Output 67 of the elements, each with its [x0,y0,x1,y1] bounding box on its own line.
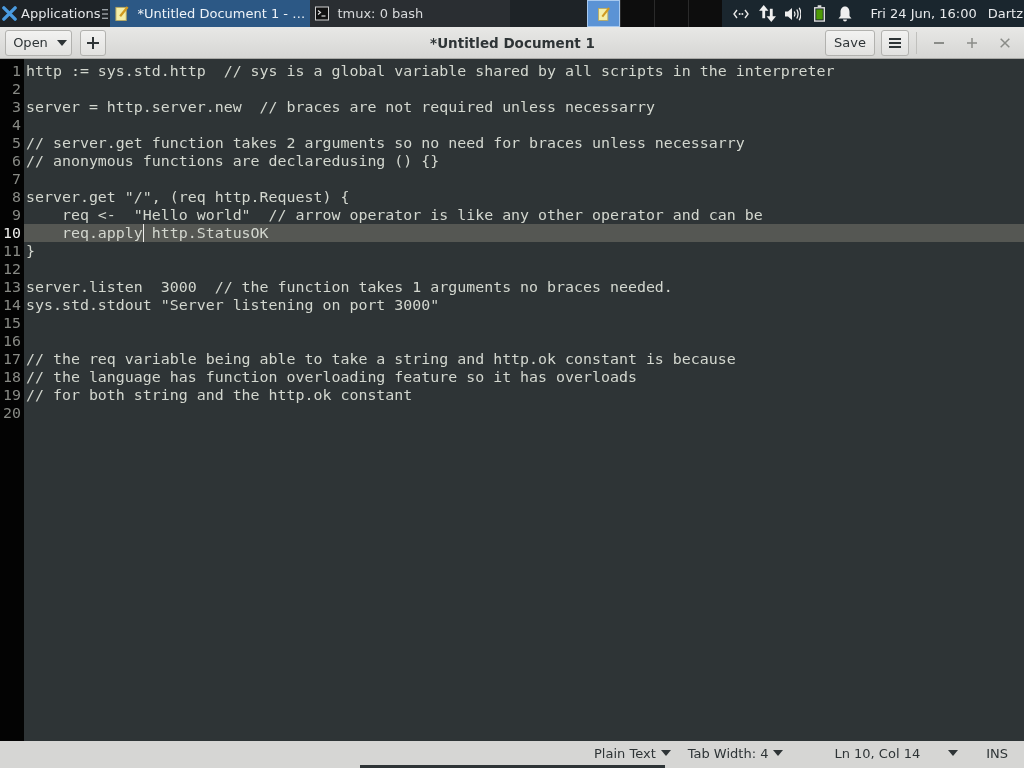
code-editor[interactable] [0,59,1024,741]
taskbar-button[interactable]: *Untitled Document 1 - … [110,0,311,27]
code-line: // the req variable being able to take a string and http.ok constant is because [25,350,736,368]
line-number: 10 [3,224,21,242]
code-line: // anonymous functions are declaredusing () {} [25,152,440,170]
line-number: 9 [12,206,21,224]
code-line: server.get "/", (req http.Request) { [25,188,350,206]
new-tab-button[interactable] [80,29,106,56]
line-number: 20 [3,404,21,422]
line-number: 18 [3,368,21,386]
plus-icon [87,36,99,49]
menu-icon [889,37,901,48]
caret-icon [56,39,67,46]
battery-icon[interactable] [813,5,825,22]
tab-width-dropdown[interactable]: Tab Width: 4 [687,745,784,761]
code-line: // the language has function overloading feature so it has overloads [25,368,637,386]
caret-icon [660,750,671,756]
line-number: 14 [3,296,21,314]
close-icon [1000,37,1010,48]
terminal-icon [315,6,330,21]
line-number: 5 [12,134,21,152]
line-number: 7 [12,170,21,188]
note-icon [115,6,130,21]
line-number: 13 [3,278,21,296]
volume-icon[interactable] [785,6,802,21]
line-number: 19 [3,386,21,404]
line-number: 16 [3,332,21,350]
open-button[interactable]: Open [5,29,72,56]
user-menu[interactable]: Dartz [987,0,1024,27]
note-icon [597,6,610,21]
code-line: sys.std.stdout "Server listening on port 3000" [25,296,440,314]
line-number: 1 [12,62,21,80]
bell-icon[interactable] [838,5,853,22]
taskbar-button[interactable]: tmux: 0 bash [310,0,511,27]
language-dropdown[interactable]: Plain Text [594,745,671,761]
code-line: // for both string and the http.ok constant [25,386,413,404]
code-line: server.listen 3000 // the function takes 1 arguments no braces needed. [25,278,673,296]
network-icon[interactable] [733,8,750,19]
line-number: 8 [12,188,21,206]
window-title: *Untitled Document 1 [430,34,595,51]
dropdown-button[interactable] [948,750,959,756]
caret-icon [948,750,959,756]
code-line: server = http.server.new // braces are not required unless necessarry [25,98,655,116]
code-line: req <- "Hello world" // arrow operator is like any other operator and can be [60,206,763,224]
code-line: http := sys.std.http // sys is a global variable shared by all scripts in the interpreter [25,62,835,80]
cursor-position: Ln 10, Col 14 [834,745,921,761]
transfer-arrows-icon[interactable] [758,5,776,22]
x-logo-icon [2,6,17,21]
handle-icon [102,8,109,19]
save-button[interactable]: Save [825,29,875,56]
line-number: 15 [3,314,21,332]
insert-mode-label: INS [986,745,1008,761]
line-number: 11 [3,242,21,260]
line-number: 6 [12,152,21,170]
maximize-icon [967,37,977,48]
line-number: 17 [3,350,21,368]
applications-menu[interactable]: Applications [0,0,102,27]
line-number: 3 [12,98,21,116]
line-number: 2 [12,80,21,98]
caret-icon [773,750,784,756]
menu-button[interactable] [881,29,909,56]
line-number: 4 [12,116,21,134]
minimize-icon [934,41,944,44]
code-line: // server.get function takes 2 arguments so no need for braces unless necessarry [25,134,745,152]
clock[interactable]: Fri 24 Jun, 16:00 [858,0,988,27]
code-line: } [25,242,35,260]
line-number: 12 [3,260,21,278]
